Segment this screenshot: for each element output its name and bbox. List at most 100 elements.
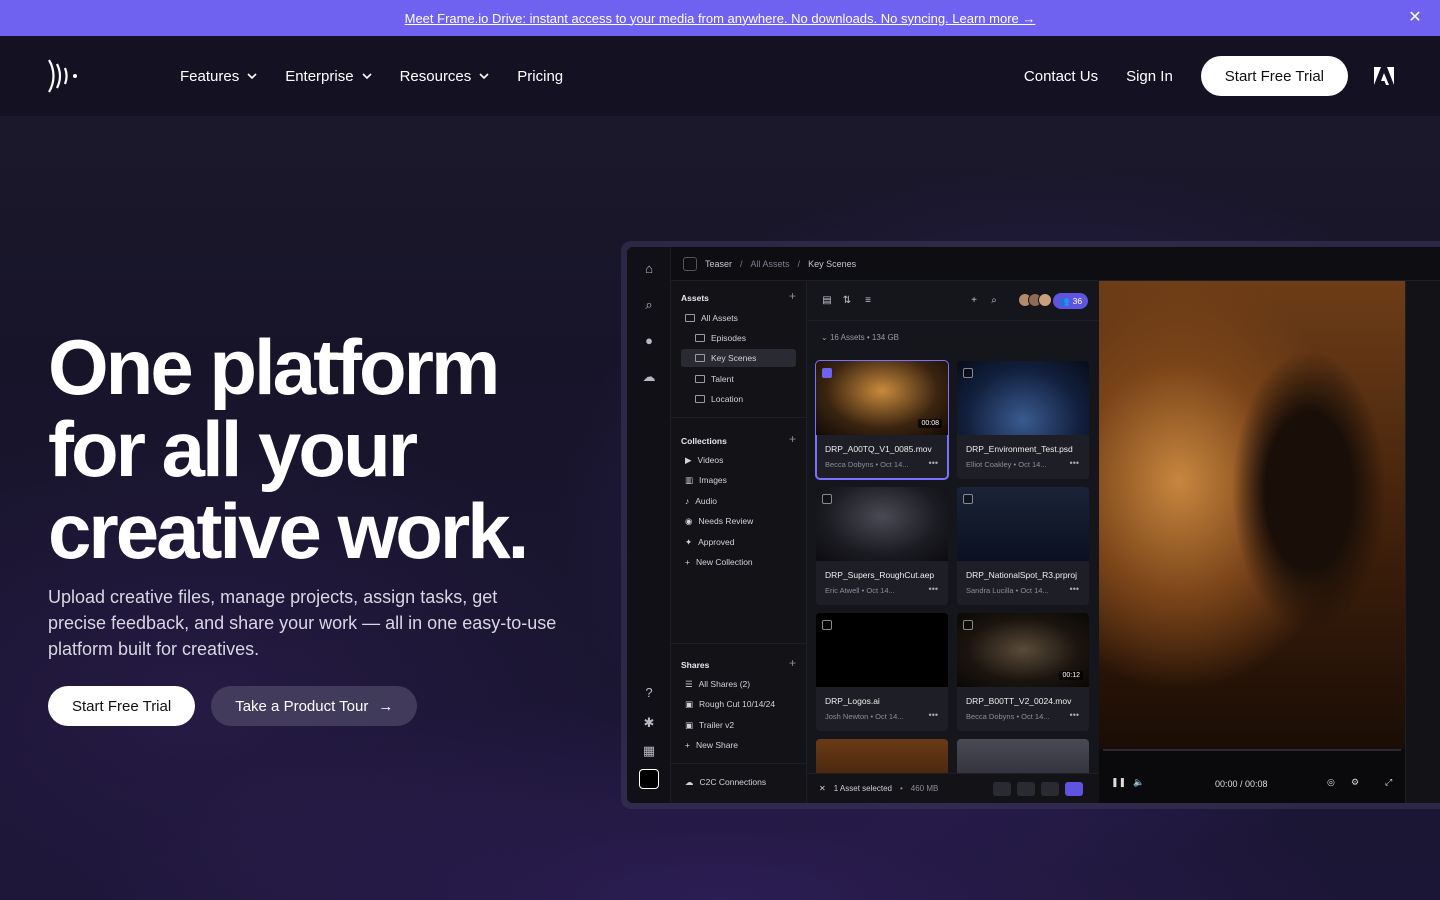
checkbox[interactable] <box>822 620 832 630</box>
share-label: New Share <box>695 740 739 750</box>
more-icon[interactable]: ••• <box>929 710 938 720</box>
collection-new[interactable]: + New Collection <box>681 553 796 571</box>
c2c-connections[interactable]: ☁ C2C Connections <box>681 773 796 791</box>
checkbox[interactable] <box>963 368 973 378</box>
folder-label: Key Scenes <box>711 353 757 363</box>
banner-close-icon[interactable]: ✕ <box>1406 9 1424 27</box>
nav-features[interactable]: Features <box>180 68 257 85</box>
folder-talent[interactable]: Talent <box>681 370 796 388</box>
add-icon[interactable]: + <box>968 295 980 307</box>
video-frame[interactable] <box>1099 281 1405 749</box>
workspace-logo-icon[interactable] <box>639 769 659 789</box>
asset-thumbnail <box>957 487 1089 561</box>
lightbulb-icon[interactable]: ✱ <box>641 715 657 731</box>
folder-key-scenes[interactable]: Key Scenes <box>681 349 796 367</box>
download-icon[interactable] <box>1041 782 1059 796</box>
product-tour-button[interactable]: Take a Product Tour → <box>211 686 418 726</box>
asset-meta: Elliot Coakley • Oct 14... <box>966 460 1047 469</box>
add-icon[interactable]: + <box>789 656 796 670</box>
sort-icon[interactable]: ⇅ <box>841 295 853 307</box>
more-icon[interactable]: ••• <box>1070 584 1079 594</box>
share-icon[interactable] <box>1065 782 1083 796</box>
volume-icon[interactable]: 🔈 <box>1133 777 1144 788</box>
checkbox[interactable] <box>822 494 832 504</box>
sign-in-link[interactable]: Sign In <box>1126 68 1173 85</box>
close-icon[interactable]: ✕ <box>819 784 826 793</box>
collection-approved[interactable]: ✦ Approved <box>681 533 796 551</box>
checkbox[interactable] <box>963 620 973 630</box>
search-icon[interactable]: ⌕ <box>641 297 657 313</box>
frameio-logo-icon[interactable] <box>46 58 80 94</box>
asset-card[interactable]: DRP_Supers_RoughCut.aep Eric Atwell • Oc… <box>816 487 948 605</box>
contact-us-link[interactable]: Contact Us <box>1024 68 1098 85</box>
more-icon[interactable]: ••• <box>1070 710 1079 720</box>
breadcrumb-project[interactable]: Teaser <box>705 259 732 269</box>
share-all[interactable]: ☰ All Shares (2) <box>681 675 796 693</box>
image-icon: ▥ <box>685 474 694 485</box>
collaborator-avatars[interactable] <box>1018 293 1052 307</box>
gear-icon[interactable]: ⚙ <box>1351 777 1359 788</box>
people-count-badge[interactable]: 👥 36 <box>1053 293 1089 309</box>
divider <box>671 763 806 764</box>
adobe-logo-icon[interactable] <box>1374 67 1394 85</box>
pause-icon[interactable]: ❚❚ <box>1111 777 1126 788</box>
breadcrumb-all-assets[interactable]: All Assets <box>751 259 790 269</box>
nav-start-trial-button[interactable]: Start Free Trial <box>1200 56 1348 96</box>
nav-enterprise[interactable]: Enterprise <box>285 68 372 85</box>
collection-videos[interactable]: ▶ Videos <box>681 451 796 469</box>
folder-episodes[interactable]: Episodes <box>681 329 796 347</box>
party-icon: ✦ <box>685 536 693 547</box>
collection-audio[interactable]: ♪ Audio <box>681 492 796 510</box>
folder-all-assets[interactable]: All Assets <box>681 309 796 327</box>
more-icon[interactable]: ••• <box>929 458 938 468</box>
breadcrumb-current[interactable]: Key Scenes <box>808 259 856 269</box>
filter-icon[interactable]: ≡ <box>862 295 874 307</box>
share-trailer[interactable]: ▣ Trailer v2 <box>681 716 796 734</box>
asset-card[interactable]: DRP_NationalSpot_R3.prproj Sandra Lucill… <box>957 487 1089 605</box>
more-icon[interactable] <box>993 782 1011 796</box>
asset-thumbnail <box>816 487 948 561</box>
asset-card[interactable]: DRP_Logos.ai Josh Newton • Oct 14... ••• <box>816 613 948 731</box>
timecode[interactable]: 00:00 / 00:08 <box>1215 779 1268 789</box>
folder-label: Location <box>711 394 744 404</box>
folder-location[interactable]: Location <box>681 390 796 408</box>
hero-title-line: One platform <box>48 323 500 411</box>
share-new[interactable]: + New Share <box>681 736 796 754</box>
asset-thumbnail <box>957 361 1089 435</box>
more-icon[interactable]: ••• <box>1070 458 1079 468</box>
share-rough-cut[interactable]: ▣ Rough Cut 10/14/24 <box>681 695 796 713</box>
checkbox[interactable] <box>963 494 973 504</box>
marker-icon[interactable]: ◎ <box>1327 777 1335 788</box>
selection-size: 460 MB <box>910 784 939 793</box>
cloud-upload-icon[interactable]: ☁ <box>641 369 657 385</box>
compare-icon[interactable] <box>1017 782 1035 796</box>
playback-timeline[interactable] <box>1103 749 1401 751</box>
collection-images[interactable]: ▥ Images <box>681 471 796 489</box>
home-icon[interactable]: ⌂ <box>641 261 657 277</box>
project-icon <box>683 256 697 271</box>
collection-label: Audio <box>695 496 717 506</box>
checkbox[interactable] <box>822 368 832 378</box>
nav-resources[interactable]: Resources <box>400 68 490 85</box>
nav-links: Features Enterprise Resources Pricing <box>180 36 563 116</box>
layout-icon[interactable]: ▤ <box>821 295 833 307</box>
duration-badge: 00:08 <box>918 419 942 428</box>
banner-link[interactable]: Meet Frame.io Drive: instant access to y… <box>405 11 1036 26</box>
asset-card[interactable]: DRP_Environment_Test.psd Elliot Coakley … <box>957 361 1089 479</box>
hero-start-trial-button[interactable]: Start Free Trial <box>48 686 196 726</box>
nav-pricing[interactable]: Pricing <box>517 68 563 85</box>
bell-icon[interactable]: ● <box>641 333 657 349</box>
more-icon[interactable]: ••• <box>929 584 938 594</box>
asset-card[interactable]: 00:12 DRP_B00TT_V2_0024.mov Becca Dobyns… <box>957 613 1089 731</box>
keyboard-icon[interactable]: ▦ <box>641 743 657 759</box>
add-icon[interactable]: + <box>789 432 796 446</box>
hero-actions: Start Free Trial Take a Product Tour → <box>48 686 418 726</box>
help-icon[interactable]: ? <box>641 685 657 701</box>
asset-card[interactable]: 00:08 DRP_A00TQ_V1_0085.mov Becca Dobyns… <box>815 360 949 480</box>
add-icon[interactable]: + <box>789 289 796 303</box>
search-icon[interactable]: ⌕ <box>988 295 1000 307</box>
collection-needs-review[interactable]: ◉ Needs Review <box>681 512 796 530</box>
asset-name: DRP_B00TT_V2_0024.mov <box>966 696 1072 706</box>
fullscreen-icon[interactable]: ⤢ <box>1385 777 1392 788</box>
folder-label: Episodes <box>711 333 746 343</box>
